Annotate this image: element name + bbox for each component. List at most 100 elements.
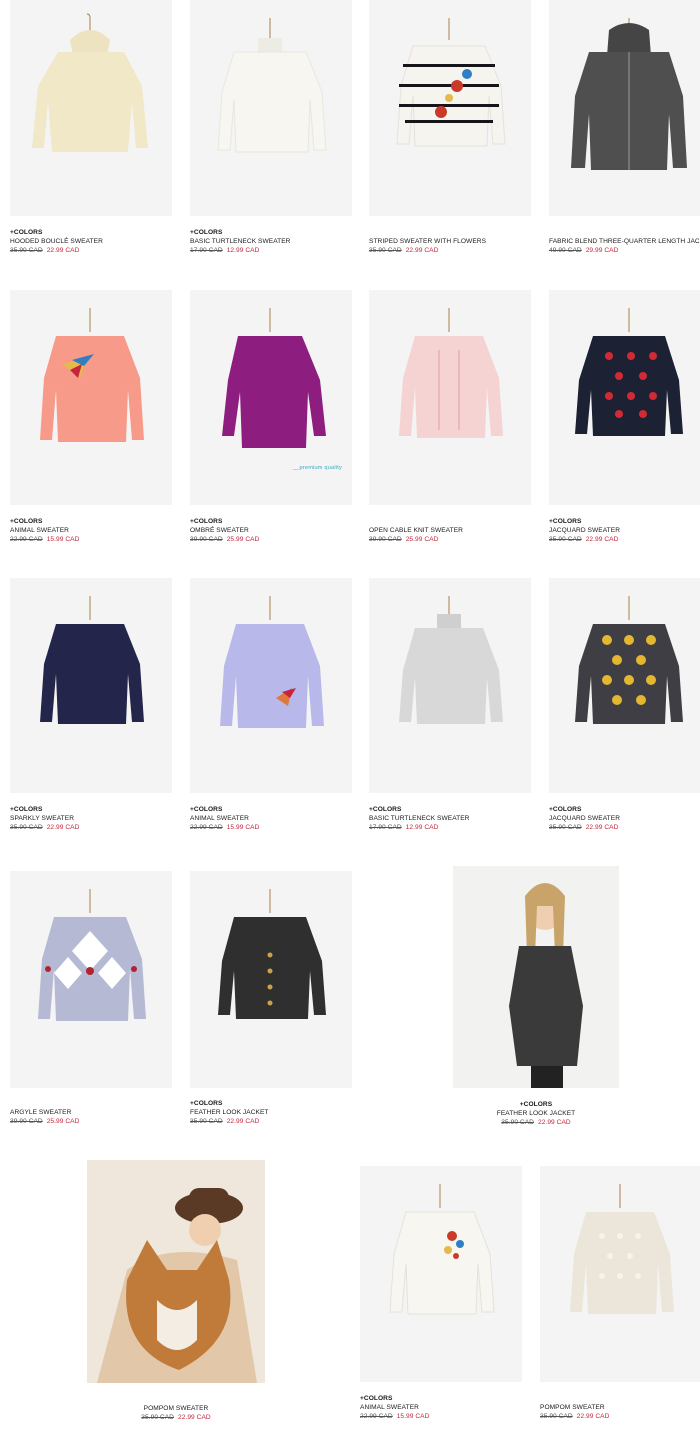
product-card[interactable]: +COLORS HOODED BOUCLÉ SWEATER 35.90 CAD 2…: [10, 0, 172, 260]
product-card[interactable]: +COLORS JACQUARD SWEATER 35.90 CAD 22.99 …: [549, 290, 700, 550]
product-name[interactable]: POMPOM SWEATER: [540, 1403, 609, 1412]
product-card[interactable]: STRIPED SWEATER WITH FLOWERS 35.90 CAD 22…: [369, 0, 531, 260]
product-card[interactable]: +COLORS BASIC TURTLENECK SWEATER 17.90 C…: [369, 578, 531, 838]
product-name[interactable]: FABRIC BLEND THREE-QUARTER LENGTH JACKET: [549, 237, 700, 246]
product-card[interactable]: __premium quality +COLORS OMBRÉ SWEATER …: [190, 290, 352, 550]
product-name[interactable]: JACQUARD SWEATER: [549, 526, 620, 535]
product-image[interactable]: [369, 290, 531, 505]
sale-price: 22.99 CAD: [538, 1119, 571, 1126]
sale-price: 15.99 CAD: [226, 824, 260, 831]
product-image[interactable]: [87, 1160, 265, 1383]
colors-label[interactable]: [369, 228, 486, 237]
product-image[interactable]: [369, 0, 531, 216]
product-image[interactable]: [360, 1166, 522, 1382]
product-name[interactable]: ARGYLE SWEATER: [10, 1108, 79, 1117]
colors-label[interactable]: +COLORS: [549, 805, 620, 814]
sale-price: 25.99 CAD: [226, 536, 260, 543]
product-name[interactable]: FEATHER LOOK JACKET: [453, 1109, 619, 1118]
premium-quality-badge: __premium quality: [292, 465, 342, 471]
hanger-sweater-illustration: [570, 1184, 674, 1314]
product-image[interactable]: [190, 871, 352, 1088]
colors-label[interactable]: +COLORS: [10, 517, 79, 526]
sale-price: 22.99 CAD: [46, 247, 80, 254]
product-image[interactable]: [540, 1166, 700, 1382]
colors-label[interactable]: +COLORS: [453, 1100, 619, 1109]
product-name[interactable]: ANIMAL SWEATER: [360, 1403, 429, 1412]
sale-price: 22.99 CAD: [585, 536, 619, 543]
colors-label[interactable]: +COLORS: [190, 517, 259, 526]
hanger-sweater-illustration: [575, 596, 683, 724]
product-card[interactable]: FABRIC BLEND THREE-QUARTER LENGTH JACKET…: [549, 0, 700, 260]
product-card[interactable]: +COLORS ANIMAL SWEATER 22.99 CAD 15.99 CA…: [190, 578, 352, 838]
product-name[interactable]: FEATHER LOOK JACKET: [190, 1108, 269, 1117]
hanger-sweater-illustration: [389, 1184, 495, 1315]
product-name[interactable]: ANIMAL SWEATER: [10, 526, 79, 535]
colors-label[interactable]: [549, 228, 700, 237]
product-image[interactable]: __premium quality: [190, 290, 352, 505]
product-card[interactable]: POMPOM SWEATER 35.90 CAD 22.99 CAD: [87, 1160, 265, 1421]
product-name[interactable]: OMBRÉ SWEATER: [190, 526, 259, 535]
colors-label[interactable]: +COLORS: [190, 1099, 269, 1108]
model-with-dog-illustration: [97, 1188, 257, 1383]
colors-label[interactable]: [369, 517, 463, 526]
colors-label[interactable]: +COLORS: [549, 517, 620, 526]
colors-label[interactable]: +COLORS: [190, 228, 291, 237]
product-image[interactable]: [549, 578, 700, 793]
product-image[interactable]: [10, 578, 172, 793]
product-name[interactable]: ANIMAL SWEATER: [190, 814, 259, 823]
colors-label[interactable]: +COLORS: [369, 805, 470, 814]
product-name[interactable]: BASIC TURTLENECK SWEATER: [369, 814, 470, 823]
product-image[interactable]: [10, 290, 172, 505]
old-price: 35.90 CAD: [190, 1118, 223, 1125]
product-name[interactable]: JACQUARD SWEATER: [549, 814, 620, 823]
sale-price: 15.99 CAD: [46, 536, 80, 543]
product-card[interactable]: +COLORS JACQUARD SWEATER 35.90 CAD 22.99 …: [549, 578, 700, 838]
sale-price: 25.99 CAD: [46, 1118, 80, 1125]
product-image[interactable]: [453, 866, 619, 1088]
hanger-sweater-illustration: [220, 596, 324, 728]
product-card[interactable]: +COLORS ANIMAL SWEATER 22.99 CAD 15.99 CA…: [360, 1166, 522, 1428]
colors-label[interactable]: [10, 1099, 79, 1108]
old-price: 35.90 CAD: [141, 1414, 174, 1421]
product-card[interactable]: +COLORS ANIMAL SWEATER 22.99 CAD 15.99 CA…: [10, 290, 172, 550]
colors-label[interactable]: [87, 1395, 265, 1404]
product-image[interactable]: [190, 578, 352, 793]
product-name[interactable]: BASIC TURTLENECK SWEATER: [190, 237, 291, 246]
product-name[interactable]: STRIPED SWEATER WITH FLOWERS: [369, 237, 486, 246]
colors-label[interactable]: +COLORS: [360, 1394, 429, 1403]
product-card[interactable]: +COLORS SPARKLY SWEATER 35.90 CAD 22.99 C…: [10, 578, 172, 838]
product-card[interactable]: +COLORS BASIC TURTLENECK SWEATER 17.90 C…: [190, 0, 352, 260]
colors-label[interactable]: +COLORS: [10, 228, 103, 237]
product-card[interactable]: POMPOM SWEATER 35.90 CAD 22.99 CAD: [540, 1166, 700, 1428]
product-card[interactable]: OPEN CABLE KNIT SWEATER 39.90 CAD 25.99 C…: [369, 290, 531, 550]
product-image[interactable]: [10, 0, 172, 216]
colors-label[interactable]: +COLORS: [10, 805, 79, 814]
product-card[interactable]: ARGYLE SWEATER 39.90 CAD 25.99 CAD: [10, 871, 172, 1127]
old-price: 49.90 CAD: [549, 247, 582, 254]
hanger-sweater-illustration: [40, 596, 144, 724]
old-price: 39.90 CAD: [10, 1118, 43, 1125]
product-name[interactable]: HOODED BOUCLÉ SWEATER: [10, 237, 103, 246]
product-image[interactable]: [10, 871, 172, 1088]
product-card[interactable]: +COLORS FEATHER LOOK JACKET 35.90 CAD 22.…: [453, 866, 619, 1128]
old-price: 22.99 CAD: [360, 1413, 393, 1420]
product-image[interactable]: [549, 0, 700, 216]
colors-label[interactable]: [540, 1394, 609, 1403]
product-name[interactable]: SPARKLY SWEATER: [10, 814, 79, 823]
product-name[interactable]: POMPOM SWEATER: [87, 1404, 265, 1413]
hanger-cardigan-illustration: [218, 889, 326, 1019]
product-image[interactable]: [190, 0, 352, 216]
old-price: 35.90 CAD: [540, 1413, 573, 1420]
old-price: 39.90 CAD: [369, 536, 402, 543]
old-price: 17.90 CAD: [369, 824, 402, 831]
hanger-sweater-illustration: [217, 18, 327, 153]
colors-label[interactable]: +COLORS: [190, 805, 259, 814]
product-image[interactable]: [549, 290, 700, 505]
old-price: 39.90 CAD: [190, 536, 223, 543]
product-image[interactable]: [369, 578, 531, 793]
hanger-sweater-illustration: [38, 889, 146, 1021]
product-name[interactable]: OPEN CABLE KNIT SWEATER: [369, 526, 463, 535]
hanger-sweater-illustration: [222, 308, 326, 448]
product-card[interactable]: +COLORS FEATHER LOOK JACKET 35.90 CAD 22.…: [190, 871, 352, 1127]
hanger-sweater-illustration: [396, 18, 506, 147]
